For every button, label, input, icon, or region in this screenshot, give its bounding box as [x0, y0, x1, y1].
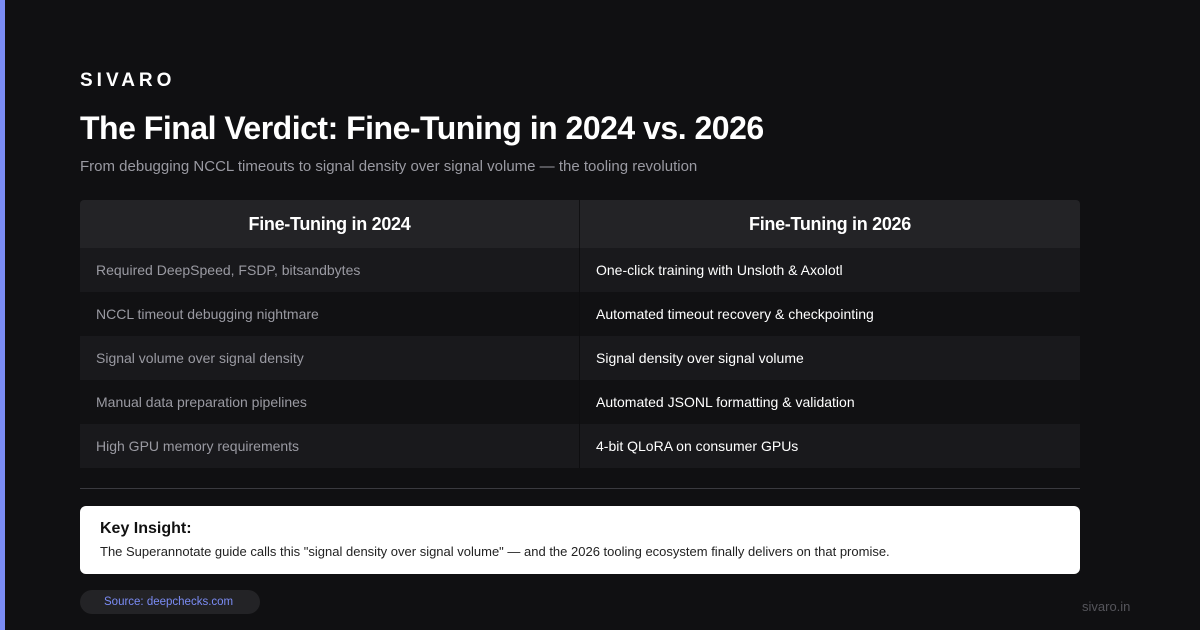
page-subtitle: From debugging NCCL timeouts to signal d… — [80, 158, 698, 175]
comparison-table: Fine-Tuning in 2024 Fine-Tuning in 2026 … — [80, 200, 1080, 468]
table-cell-2026: Automated timeout recovery & checkpointi… — [596, 306, 874, 322]
site-url: sivaro.in — [1082, 599, 1131, 614]
table-cell-2026: 4-bit QLoRA on consumer GPUs — [596, 438, 799, 454]
key-insight-text: The Superannotate guide calls this "sign… — [100, 544, 890, 559]
table-row: Signal volume over signal density Signal… — [80, 336, 1080, 380]
page-title: The Final Verdict: Fine-Tuning in 2024 v… — [80, 110, 764, 146]
slide: SIVARO The Final Verdict: Fine-Tuning in… — [0, 0, 1200, 630]
column-header-2024: Fine-Tuning in 2024 — [80, 200, 580, 248]
table-cell-2024: Signal volume over signal density — [80, 336, 580, 380]
source-link[interactable]: Source: deepchecks.com — [80, 590, 260, 614]
brand-logo: SIVARO — [80, 70, 176, 91]
accent-bar — [0, 0, 5, 630]
key-insight-card: Key Insight: The Superannotate guide cal… — [80, 506, 1080, 574]
table-cell-2024: Manual data preparation pipelines — [80, 380, 580, 424]
table-cell-2026: Automated JSONL formatting & validation — [596, 394, 855, 410]
table-row: Required DeepSpeed, FSDP, bitsandbytes O… — [80, 248, 1080, 292]
table-cell-2024: NCCL timeout debugging nightmare — [80, 292, 580, 336]
table-header-row: Fine-Tuning in 2024 Fine-Tuning in 2026 — [80, 200, 1080, 248]
section-divider — [80, 488, 1080, 489]
key-insight-title: Key Insight: — [100, 520, 192, 537]
table-cell-2024: High GPU memory requirements — [80, 424, 580, 468]
table-row: Manual data preparation pipelines Automa… — [80, 380, 1080, 424]
table-row: High GPU memory requirements 4-bit QLoRA… — [80, 424, 1080, 468]
table-cell-2026: Signal density over signal volume — [596, 350, 804, 366]
table-row: NCCL timeout debugging nightmare Automat… — [80, 292, 1080, 336]
table-cell-2026: One-click training with Unsloth & Axolot… — [596, 262, 843, 278]
table-cell-2024: Required DeepSpeed, FSDP, bitsandbytes — [80, 248, 580, 292]
column-header-2026: Fine-Tuning in 2026 — [580, 200, 1080, 248]
